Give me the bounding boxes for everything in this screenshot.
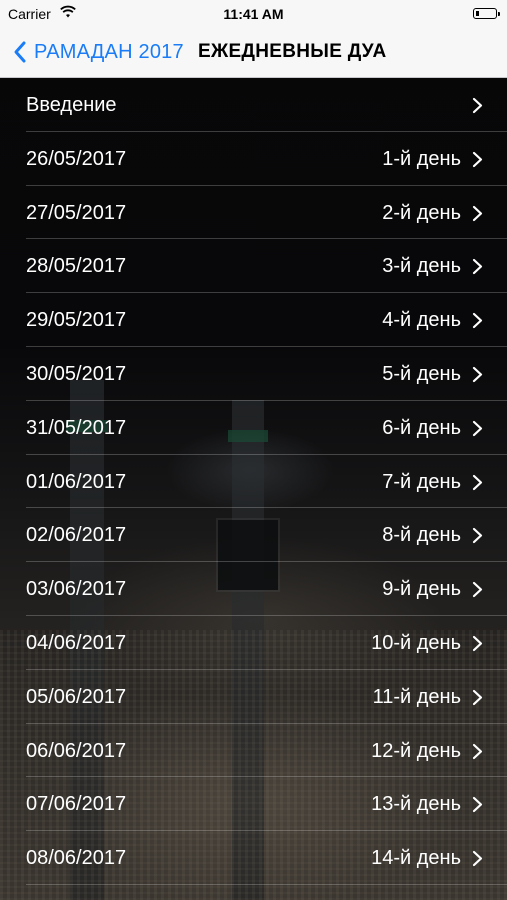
row-date-label: 04/06/2017 [26,631,127,654]
row-date-label: 27/05/2017 [26,201,127,224]
list-item-day[interactable]: 31/05/2017 6-й день [0,401,507,455]
list-item-day[interactable]: 26/05/2017 1-й день [0,132,507,186]
row-day-label: 4-й день [382,309,461,332]
row-day-label: 12-й день [371,739,461,762]
back-button[interactable]: РАМАДАН 2017 [12,40,184,64]
chevron-right-icon [472,151,483,167]
chevron-right-icon [472,528,483,544]
chevron-right-icon [472,366,483,383]
chevron-right-icon [472,259,483,275]
row-date-label: 31/05/2017 [26,416,127,439]
navigation-bar: РАМАДАН 2017 ЕЖЕДНЕВНЫЕ ДУА [0,28,507,78]
row-date-label: 08/06/2017 [26,847,127,870]
chevron-right-icon [472,635,483,652]
row-date-label: 02/06/2017 [26,524,127,547]
chevron-left-icon [14,41,26,63]
row-day-label: 5-й день [382,362,461,385]
row-day-label: 1-й день [382,147,461,170]
row-day-label: 6-й день [382,416,461,439]
list-item-day[interactable]: 27/05/2017 2-й день [0,186,507,240]
row-date-label: 06/06/2017 [26,739,127,762]
chevron-right-icon [472,743,483,759]
list-item-day[interactable]: 07/06/2017 13-й день [0,777,507,832]
row-day-label: 3-й день [382,255,461,278]
row-date-label: 29/05/2017 [26,309,127,332]
list-item-day[interactable]: 05/06/2017 11-й день [0,670,507,724]
battery-icon [473,8,500,19]
list-item-day[interactable]: 29/05/2017 4-й день [0,293,507,347]
row-date-label: 03/06/2017 [26,578,127,601]
row-date-label: 05/06/2017 [26,685,127,708]
list-item-day[interactable]: 03/06/2017 9-й день [0,562,507,616]
dua-list: Введение 26/05/2017 1-й день 27/05/2017 2-й … [0,78,507,900]
row-day-label: 11-й день [372,685,461,708]
chevron-right-icon [472,420,483,436]
status-bar: Carrier 11:41 AM [0,0,507,28]
chevron-right-icon [472,582,483,598]
row-date-label: 28/05/2017 [26,255,127,278]
list-item-day[interactable]: 04/06/2017 10-й день [0,616,507,670]
list-item-day[interactable]: 01/06/2017 7-й день [0,455,507,509]
row-date-label: Введение [26,94,117,116]
chevron-right-icon [472,797,483,813]
chevron-right-icon [472,313,483,329]
chevron-right-icon [472,689,483,705]
row-day-label: 2-й день [382,201,461,224]
chevron-right-icon [472,474,483,490]
chevron-right-icon [472,851,483,867]
chevron-right-icon [472,97,483,114]
row-day-label: 13-й день [371,793,461,816]
back-button-label: РАМАДАН 2017 [34,40,184,63]
clock: 11:41 AM [223,6,284,22]
row-date-label: 30/05/2017 [26,362,127,385]
row-day-label: 7-й день [382,470,461,493]
row-day-label: 9-й день [382,578,461,601]
row-day-label: 10-й день [371,631,461,654]
list-item-day[interactable]: 08/06/2017 14-й день [0,831,507,885]
chevron-right-icon [472,205,483,221]
list-item-day[interactable]: 02/06/2017 8-й день [0,508,507,563]
page-title: ЕЖЕДНЕВНЫЕ ДУА [198,41,387,62]
row-separator [26,883,507,885]
row-day-label: 8-й день [382,524,461,547]
row-date-label: 26/05/2017 [26,147,127,170]
list-item-day[interactable]: 30/05/2017 5-й день [0,347,507,401]
row-day-label: 14-й день [371,847,461,870]
list-item-introduction[interactable]: Введение [0,78,507,132]
list-item-day[interactable]: 28/05/2017 3-й день [0,239,507,294]
row-date-label: 01/06/2017 [26,470,127,493]
list-item-day[interactable]: 06/06/2017 12-й день [0,724,507,778]
row-date-label: 07/06/2017 [26,793,127,816]
